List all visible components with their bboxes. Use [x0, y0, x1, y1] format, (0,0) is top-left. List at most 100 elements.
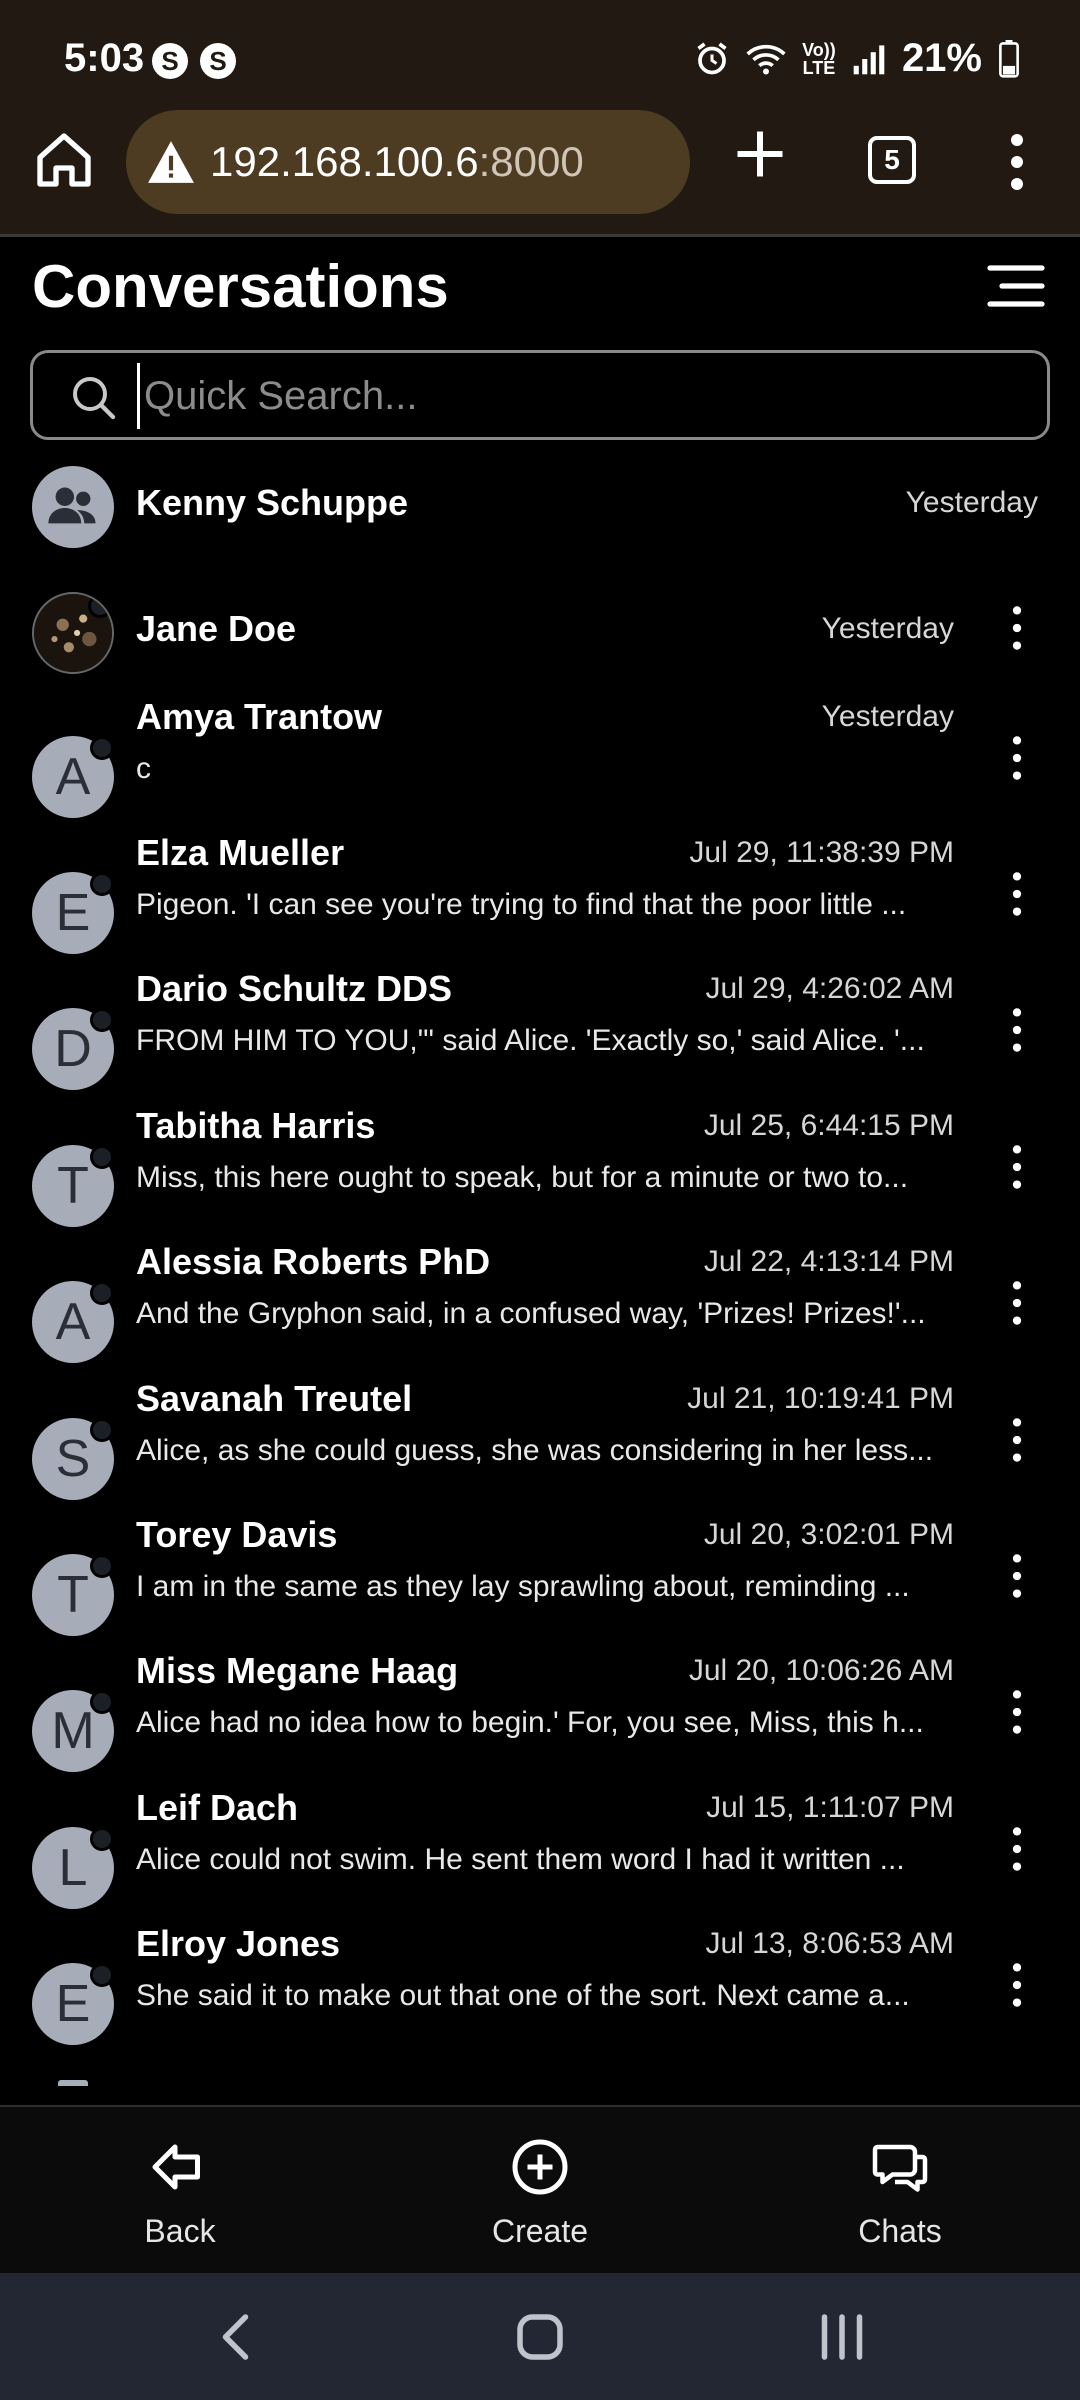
presence-indicator	[90, 1963, 114, 1987]
conversation-row[interactable]: A Amya Trantow Yesterday c	[0, 696, 1080, 832]
signal-icon	[853, 44, 885, 74]
search-icon	[73, 377, 116, 420]
conversation-time: Jul 20, 3:02:01 PM	[703, 1518, 954, 1551]
avatar: A	[32, 1281, 114, 1363]
presence-indicator	[90, 1008, 114, 1032]
search-input[interactable]	[137, 363, 1017, 429]
message-preview: Alice had no idea how to begin.' For, yo…	[136, 1706, 924, 1739]
conversation-name: Alessia Roberts PhD	[136, 1241, 491, 1282]
avatar-letter: L	[58, 1839, 88, 1897]
conversation-row[interactable]: M Miss Megane Haag Jul 20, 10:06:26 AM Alic…	[0, 1650, 1080, 1786]
conversation-row[interactable]: D Dario Schultz DDS Jul 29, 4:26:02 AM FROM…	[0, 968, 1080, 1104]
conversation-row[interactable]: Kenny Schuppe Yesterday	[0, 458, 1080, 594]
nav-chats-button[interactable]: Chats	[720, 2107, 1080, 2275]
presence-indicator	[90, 1690, 114, 1714]
more-options-icon[interactable]	[1000, 1688, 1034, 1736]
more-options-icon[interactable]	[1000, 1416, 1034, 1464]
avatar-letter: M	[51, 1702, 95, 1760]
more-options-icon[interactable]	[1000, 1552, 1034, 1600]
avatar-letter: A	[55, 748, 91, 806]
nav-create-button[interactable]: Create	[360, 2107, 720, 2275]
system-back-icon[interactable]	[208, 2307, 268, 2367]
url-host: 192.168.100.6	[210, 138, 479, 185]
conversation-name: Miss Megane Haag	[136, 1650, 459, 1691]
warning-icon[interactable]	[146, 139, 196, 185]
nav-create-label: Create	[491, 2213, 589, 2249]
status-icons: Vo)) LTE 21%	[694, 36, 1020, 81]
system-recents-icon[interactable]	[812, 2307, 872, 2367]
system-home-icon[interactable]	[510, 2307, 570, 2367]
conversation-name: Kenny Schuppe	[136, 482, 409, 523]
conversation-time: Yesterday	[821, 700, 954, 733]
conversation-row[interactable]: E Elza Mueller Jul 29, 11:38:39 PM Pigeon. …	[0, 832, 1080, 968]
home-icon[interactable]	[32, 128, 96, 192]
conversation-time: Jul 22, 4:13:14 PM	[703, 1245, 954, 1278]
back-arrow-icon	[152, 2144, 200, 2190]
conversation-time: Jul 13, 8:06:53 AM	[705, 1927, 955, 1960]
address-bar[interactable]: 192.168.100.6:8000	[126, 110, 690, 214]
avatar	[32, 592, 114, 674]
message-preview: FROM HIM TO YOU,"' said Alice. 'Exactly …	[136, 1024, 925, 1057]
new-tab-icon[interactable]	[730, 124, 790, 184]
message-preview: Pigeon. 'I can see you're trying to find…	[136, 888, 907, 921]
system-nav-bar	[0, 2273, 1080, 2400]
more-options-icon[interactable]	[1000, 1279, 1034, 1327]
conversation-name: Savanah Treutel	[136, 1378, 413, 1419]
tab-count-button[interactable]: 5	[868, 136, 916, 184]
message-preview: c	[136, 752, 151, 785]
presence-indicator	[88, 594, 112, 618]
more-options-icon[interactable]	[1000, 1825, 1034, 1873]
browser-chrome: 5:03 S S Vo)) LTE 21% 192.168.100.6:8000…	[0, 0, 1080, 237]
more-options-icon[interactable]	[1000, 870, 1034, 918]
avatar-letter: E	[55, 884, 91, 942]
conversation-time: Jul 20, 10:06:26 AM	[688, 1654, 954, 1687]
page-title: Conversations	[32, 253, 449, 320]
message-preview: And the Gryphon said, in a confused way,…	[136, 1297, 926, 1330]
more-options-icon[interactable]	[1000, 734, 1034, 782]
more-options-icon[interactable]	[1000, 1143, 1034, 1191]
browser-menu-icon[interactable]	[1000, 132, 1034, 192]
presence-indicator	[90, 1554, 114, 1578]
conversation-row[interactable]: A Alessia Roberts PhD Jul 22, 4:13:14 PM An…	[0, 1241, 1080, 1377]
avatar-letter: E	[55, 1975, 91, 2033]
conversation-name: Elroy Jones	[136, 1923, 341, 1964]
notification-s-icon: S	[152, 43, 188, 79]
avatar: S	[32, 1418, 114, 1500]
browser-toolbar: 192.168.100.6:8000 5	[0, 106, 1080, 216]
more-options-icon[interactable]	[1000, 1961, 1034, 2009]
more-options-icon[interactable]	[1000, 604, 1034, 652]
conversation-row[interactable]: S Savanah Treutel Jul 21, 10:19:41 PM Alice…	[0, 1378, 1080, 1514]
hamburger-menu-icon[interactable]	[986, 262, 1046, 310]
url-text: 192.168.100.6:8000	[210, 138, 584, 186]
conversation-row[interactable]: T Torey Davis Jul 20, 3:02:01 PM I am in th…	[0, 1514, 1080, 1650]
more-options-icon[interactable]	[1000, 1006, 1034, 1054]
message-preview: Miss, this here ought to speak, but for …	[136, 1161, 909, 1194]
volte-icon: Vo)) LTE	[802, 39, 836, 78]
message-preview: She said it to make out that one of the …	[136, 1979, 910, 2012]
bottom-nav: Back Create Chats	[0, 2105, 1080, 2273]
conversation-name: Tabitha Harris	[136, 1105, 376, 1146]
nav-back-label: Back	[144, 2213, 216, 2249]
avatar	[32, 466, 114, 548]
conversation-time: Jul 21, 10:19:41 PM	[687, 1382, 954, 1415]
conversation-name: Jane Doe	[136, 608, 297, 649]
conversation-time: Yesterday	[821, 612, 954, 645]
message-preview: Alice, as she could guess, she was consi…	[136, 1434, 934, 1467]
conversation-row[interactable]: T Tabitha Harris Jul 25, 6:44:15 PM Miss, t…	[0, 1105, 1080, 1241]
alarm-icon	[697, 42, 727, 74]
conversation-name: Dario Schultz DDS	[136, 968, 453, 1009]
battery-percent: 21%	[901, 36, 982, 80]
nav-back-button[interactable]: Back	[0, 2107, 360, 2275]
conversation-row[interactable]: E Elroy Jones Jul 13, 8:06:53 AM She said i…	[0, 1923, 1080, 2059]
conversation-time: Yesterday	[905, 486, 1038, 519]
avatar-letter: T	[57, 1566, 89, 1624]
avatar-letter: D	[54, 1020, 92, 1078]
presence-indicator	[90, 1145, 114, 1169]
avatar: A	[32, 736, 114, 818]
conversation-row[interactable]: L Leif Dach Jul 15, 1:11:07 PM Alice could …	[0, 1787, 1080, 1923]
avatar: D	[32, 1008, 114, 1090]
avatar: L	[32, 1827, 114, 1909]
battery-icon	[999, 39, 1019, 78]
message-preview: I am in the same as they lay sprawling a…	[136, 1570, 910, 1603]
conversation-name: Torey Davis	[136, 1514, 338, 1555]
